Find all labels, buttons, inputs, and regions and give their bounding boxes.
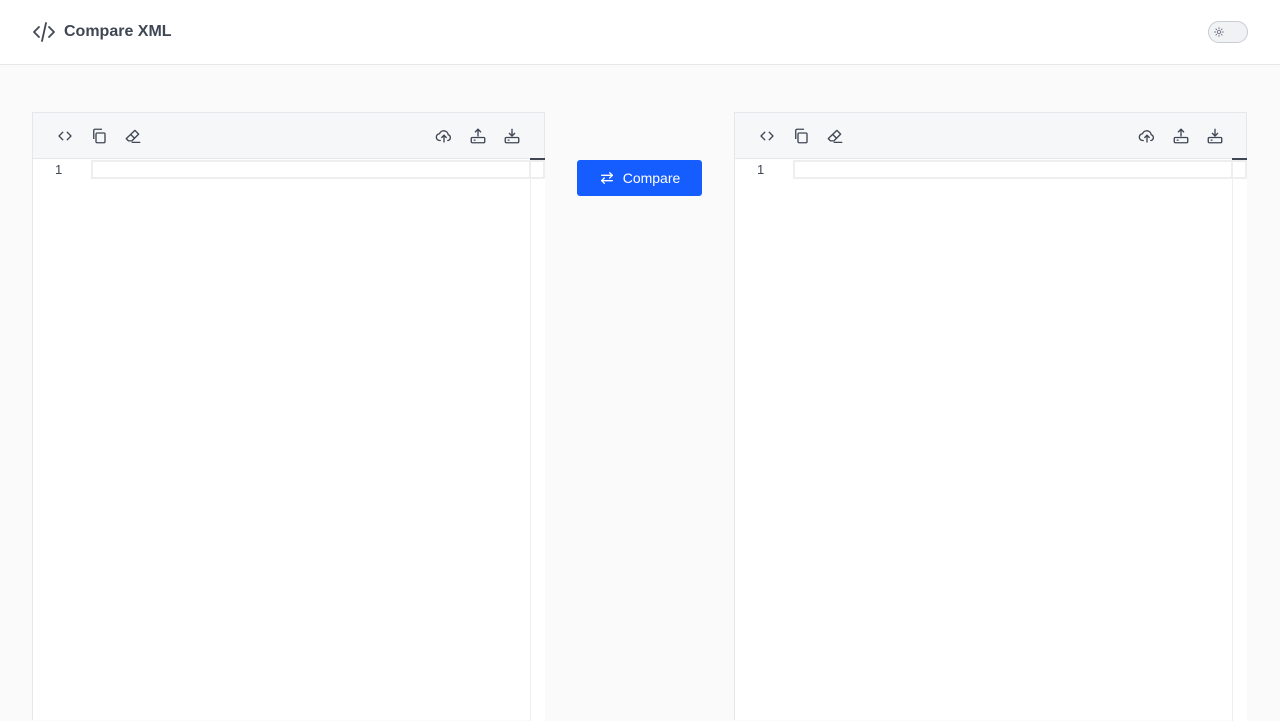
line-number: 1 — [757, 162, 765, 177]
right-editor-scrollbar[interactable] — [1232, 158, 1247, 721]
right-editor-toolbar — [735, 113, 1246, 159]
theme-toggle[interactable] — [1208, 21, 1248, 43]
sun-icon — [1212, 25, 1226, 39]
cloud-upload-icon — [1138, 130, 1155, 143]
swap-arrows-icon — [600, 172, 613, 184]
eraser-icon — [125, 129, 141, 144]
format-code-icon — [760, 131, 774, 141]
format-code-icon — [58, 131, 72, 141]
format-code-button[interactable] — [53, 124, 77, 148]
page-title: Compare XML — [64, 23, 172, 40]
app-header: Compare XML — [0, 0, 1280, 65]
download-icon — [504, 128, 520, 144]
copy-button[interactable] — [789, 124, 813, 148]
upload-icon — [1173, 128, 1189, 144]
copy-button[interactable] — [87, 124, 111, 148]
clear-button[interactable] — [121, 124, 145, 148]
eraser-icon — [827, 129, 843, 144]
scrollbar-corner — [1233, 160, 1247, 179]
clear-button[interactable] — [823, 124, 847, 148]
left-editor-input[interactable] — [91, 160, 531, 179]
cloud-upload-button[interactable] — [1135, 124, 1159, 148]
upload-button[interactable] — [466, 124, 490, 148]
cloud-upload-button[interactable] — [432, 124, 456, 148]
right-editor-input[interactable] — [793, 160, 1233, 179]
copy-icon — [795, 128, 808, 144]
download-button[interactable] — [1203, 124, 1227, 148]
line-number: 1 — [55, 162, 63, 177]
brand[interactable]: Compare XML — [32, 20, 172, 44]
left-editor-toolbar — [33, 113, 544, 159]
copy-icon — [93, 128, 106, 144]
code-slash-icon — [33, 22, 55, 42]
right-editor-panel: 1 — [734, 112, 1247, 721]
scrollbar-corner — [531, 160, 545, 179]
download-button[interactable] — [500, 124, 524, 148]
compare-button[interactable]: Compare — [577, 160, 702, 196]
compare-button-label: Compare — [622, 170, 681, 186]
format-code-button[interactable] — [755, 124, 779, 148]
left-editor-scrollbar[interactable] — [530, 158, 545, 721]
download-icon — [1207, 128, 1223, 144]
cloud-upload-icon — [435, 130, 452, 143]
upload-icon — [470, 128, 486, 144]
left-editor-panel: 1 — [32, 112, 545, 721]
upload-button[interactable] — [1169, 124, 1193, 148]
